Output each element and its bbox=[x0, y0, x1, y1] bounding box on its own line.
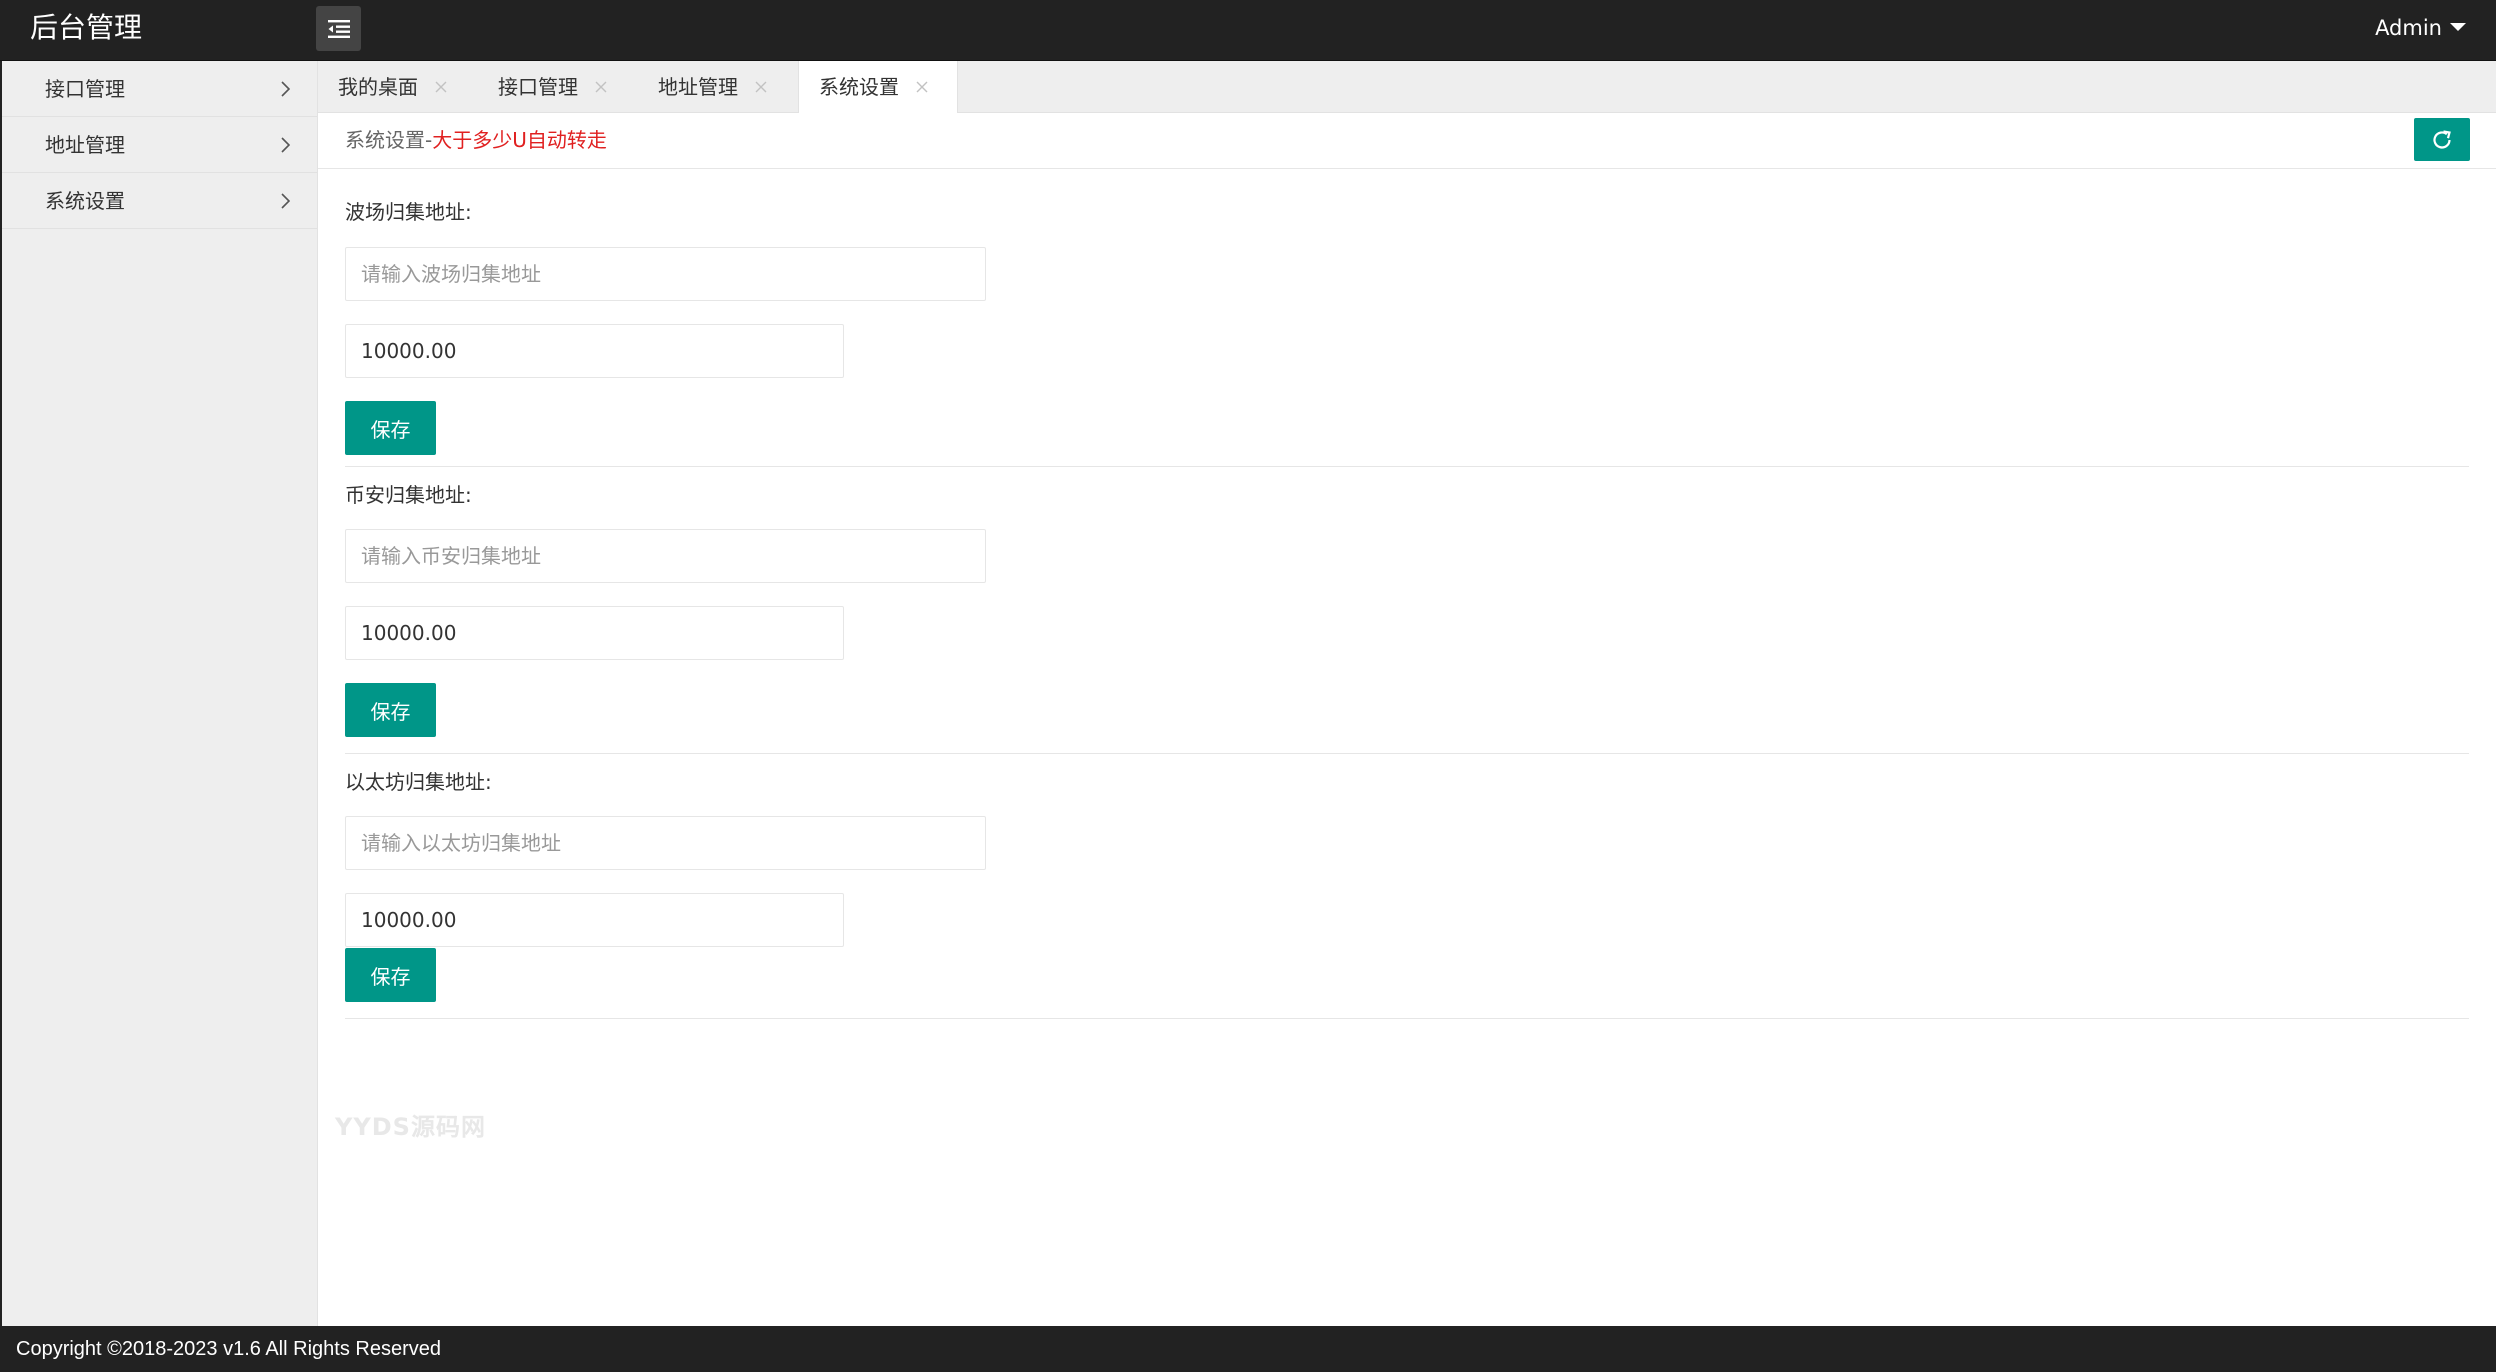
chevron-right-icon bbox=[281, 137, 290, 153]
sidebar: 接口管理 地址管理 系统设置 bbox=[0, 61, 318, 1326]
sidebar-item-interface[interactable]: 接口管理 bbox=[2, 61, 317, 117]
close-icon[interactable] bbox=[754, 80, 768, 94]
tab-desktop[interactable]: 我的桌面 bbox=[318, 61, 478, 113]
tron-address-label: 波场归集地址: bbox=[345, 200, 472, 224]
tab-bar: 我的桌面 接口管理 地址管理 系统设置 bbox=[318, 61, 2496, 113]
user-menu[interactable]: Admin bbox=[2375, 0, 2466, 56]
top-header: 后台管理 Admin bbox=[0, 0, 2496, 61]
close-icon[interactable] bbox=[594, 80, 608, 94]
tab-interface[interactable]: 接口管理 bbox=[478, 61, 638, 113]
binance-address-input[interactable] bbox=[345, 529, 986, 583]
tron-save-button[interactable]: 保存 bbox=[345, 401, 436, 455]
tron-amount-input[interactable] bbox=[345, 324, 844, 378]
binance-address-label: 币安归集地址: bbox=[345, 483, 472, 507]
tab-settings[interactable]: 系统设置 bbox=[798, 61, 958, 113]
sidebar-item-settings[interactable]: 系统设置 bbox=[2, 173, 317, 229]
sidebar-item-label: 地址管理 bbox=[45, 133, 125, 157]
ethereum-address-input[interactable] bbox=[345, 816, 986, 870]
close-icon[interactable] bbox=[434, 80, 448, 94]
indent-menu-icon bbox=[327, 19, 350, 38]
ethereum-save-button[interactable]: 保存 bbox=[345, 948, 436, 1002]
refresh-button[interactable] bbox=[2414, 118, 2470, 161]
tab-label: 接口管理 bbox=[498, 75, 578, 99]
sidebar-item-address[interactable]: 地址管理 bbox=[2, 117, 317, 173]
app-title: 后台管理 bbox=[30, 11, 143, 44]
ethereum-amount-input[interactable] bbox=[345, 893, 844, 947]
close-icon[interactable] bbox=[915, 80, 929, 94]
breadcrumb-highlight: 大于多少U自动转走 bbox=[432, 128, 607, 152]
chevron-right-icon bbox=[281, 193, 290, 209]
main-content: 系统设置-大于多少U自动转走 波场归集地址: 保存 币安归集地址: 保存 以太坊… bbox=[318, 113, 2496, 1326]
ethereum-address-label: 以太坊归集地址: bbox=[345, 770, 492, 794]
watermark: YYDS源码网 bbox=[335, 1113, 486, 1141]
ethereum-section: 以太坊归集地址: 保存 bbox=[345, 754, 2469, 1019]
sidebar-item-label: 系统设置 bbox=[45, 189, 125, 213]
chevron-right-icon bbox=[281, 81, 290, 97]
sidebar-item-label: 接口管理 bbox=[45, 77, 125, 101]
caret-down-icon bbox=[2450, 23, 2466, 31]
copyright-text: Copyright ©2018-2023 v1.6 All Rights Res… bbox=[16, 1338, 441, 1360]
tron-address-input[interactable] bbox=[345, 247, 986, 301]
refresh-icon bbox=[2433, 129, 2451, 149]
binance-section: 币安归集地址: 保存 bbox=[345, 467, 2469, 754]
tab-label: 系统设置 bbox=[819, 75, 899, 99]
tab-label: 地址管理 bbox=[658, 75, 738, 99]
tron-section: 波场归集地址: 保存 bbox=[345, 169, 2469, 467]
tab-label: 我的桌面 bbox=[338, 75, 418, 99]
breadcrumb: 系统设置-大于多少U自动转走 bbox=[318, 113, 2496, 169]
breadcrumb-prefix: 系统设置- bbox=[345, 128, 433, 152]
user-name: Admin bbox=[2375, 16, 2442, 40]
footer: Copyright ©2018-2023 v1.6 All Rights Res… bbox=[0, 1326, 2496, 1372]
binance-amount-input[interactable] bbox=[345, 606, 844, 660]
binance-save-button[interactable]: 保存 bbox=[345, 683, 436, 737]
menu-toggle-button[interactable] bbox=[316, 6, 361, 51]
tab-address[interactable]: 地址管理 bbox=[638, 61, 798, 113]
